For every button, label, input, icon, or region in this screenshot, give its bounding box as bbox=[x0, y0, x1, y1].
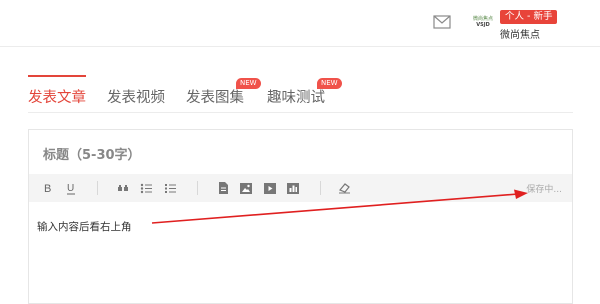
tab-publish-video[interactable]: 发表视频 bbox=[107, 86, 165, 108]
svg-text:B: B bbox=[44, 183, 51, 194]
tab-fun-quiz[interactable]: 趣味测试 NEW bbox=[267, 78, 342, 108]
editor-body[interactable]: 输入内容后看右上角 bbox=[37, 219, 132, 234]
bold-icon[interactable]: B bbox=[39, 179, 57, 197]
new-badge: NEW bbox=[236, 78, 261, 89]
svg-text:U: U bbox=[67, 183, 74, 194]
avatar[interactable]: 微尚焦点 VSJD bbox=[470, 13, 496, 35]
video-icon[interactable] bbox=[261, 179, 279, 197]
save-status: 保存中... bbox=[526, 185, 562, 195]
new-badge: NEW bbox=[317, 78, 342, 89]
mail-icon[interactable] bbox=[433, 14, 451, 30]
toolbar-divider bbox=[320, 181, 321, 195]
user-name[interactable]: 微尚焦点 bbox=[500, 26, 540, 41]
underline-icon[interactable]: U bbox=[62, 179, 80, 197]
tab-label: 发表图集 bbox=[186, 90, 244, 106]
toolbar-divider bbox=[197, 181, 198, 195]
eraser-icon[interactable] bbox=[335, 179, 353, 197]
document-icon[interactable] bbox=[214, 179, 232, 197]
active-tab-indicator bbox=[28, 75, 86, 77]
tab-publish-gallery[interactable]: 发表图集 NEW bbox=[186, 78, 261, 108]
title-input[interactable]: 标题（5-30字） bbox=[43, 144, 141, 163]
editor-toolbar: B U 保存中... bbox=[29, 174, 572, 202]
article-editor: 标题（5-30字） B U 保存中... 输入内容后看右上角 bbox=[28, 129, 573, 304]
tab-label: 发表文章 bbox=[28, 90, 86, 106]
avatar-logo-subtext: VSJD bbox=[476, 22, 490, 28]
tab-label: 发表视频 bbox=[107, 90, 165, 106]
publish-tabs: 发表文章 发表视频 发表图集 NEW 趣味测试 NEW bbox=[28, 75, 573, 113]
toolbar-divider bbox=[97, 181, 98, 195]
top-bar: 微尚焦点 VSJD 个人 - 新手 微尚焦点 bbox=[0, 0, 600, 47]
bullet-list-icon[interactable] bbox=[137, 179, 155, 197]
tab-label: 趣味测试 bbox=[267, 90, 325, 106]
tab-publish-article[interactable]: 发表文章 bbox=[28, 86, 86, 108]
image-icon[interactable] bbox=[237, 179, 255, 197]
numbered-list-icon[interactable] bbox=[161, 179, 179, 197]
user-level-badge: 个人 - 新手 bbox=[500, 10, 558, 24]
quote-icon[interactable] bbox=[114, 179, 132, 197]
chart-icon[interactable] bbox=[284, 179, 302, 197]
